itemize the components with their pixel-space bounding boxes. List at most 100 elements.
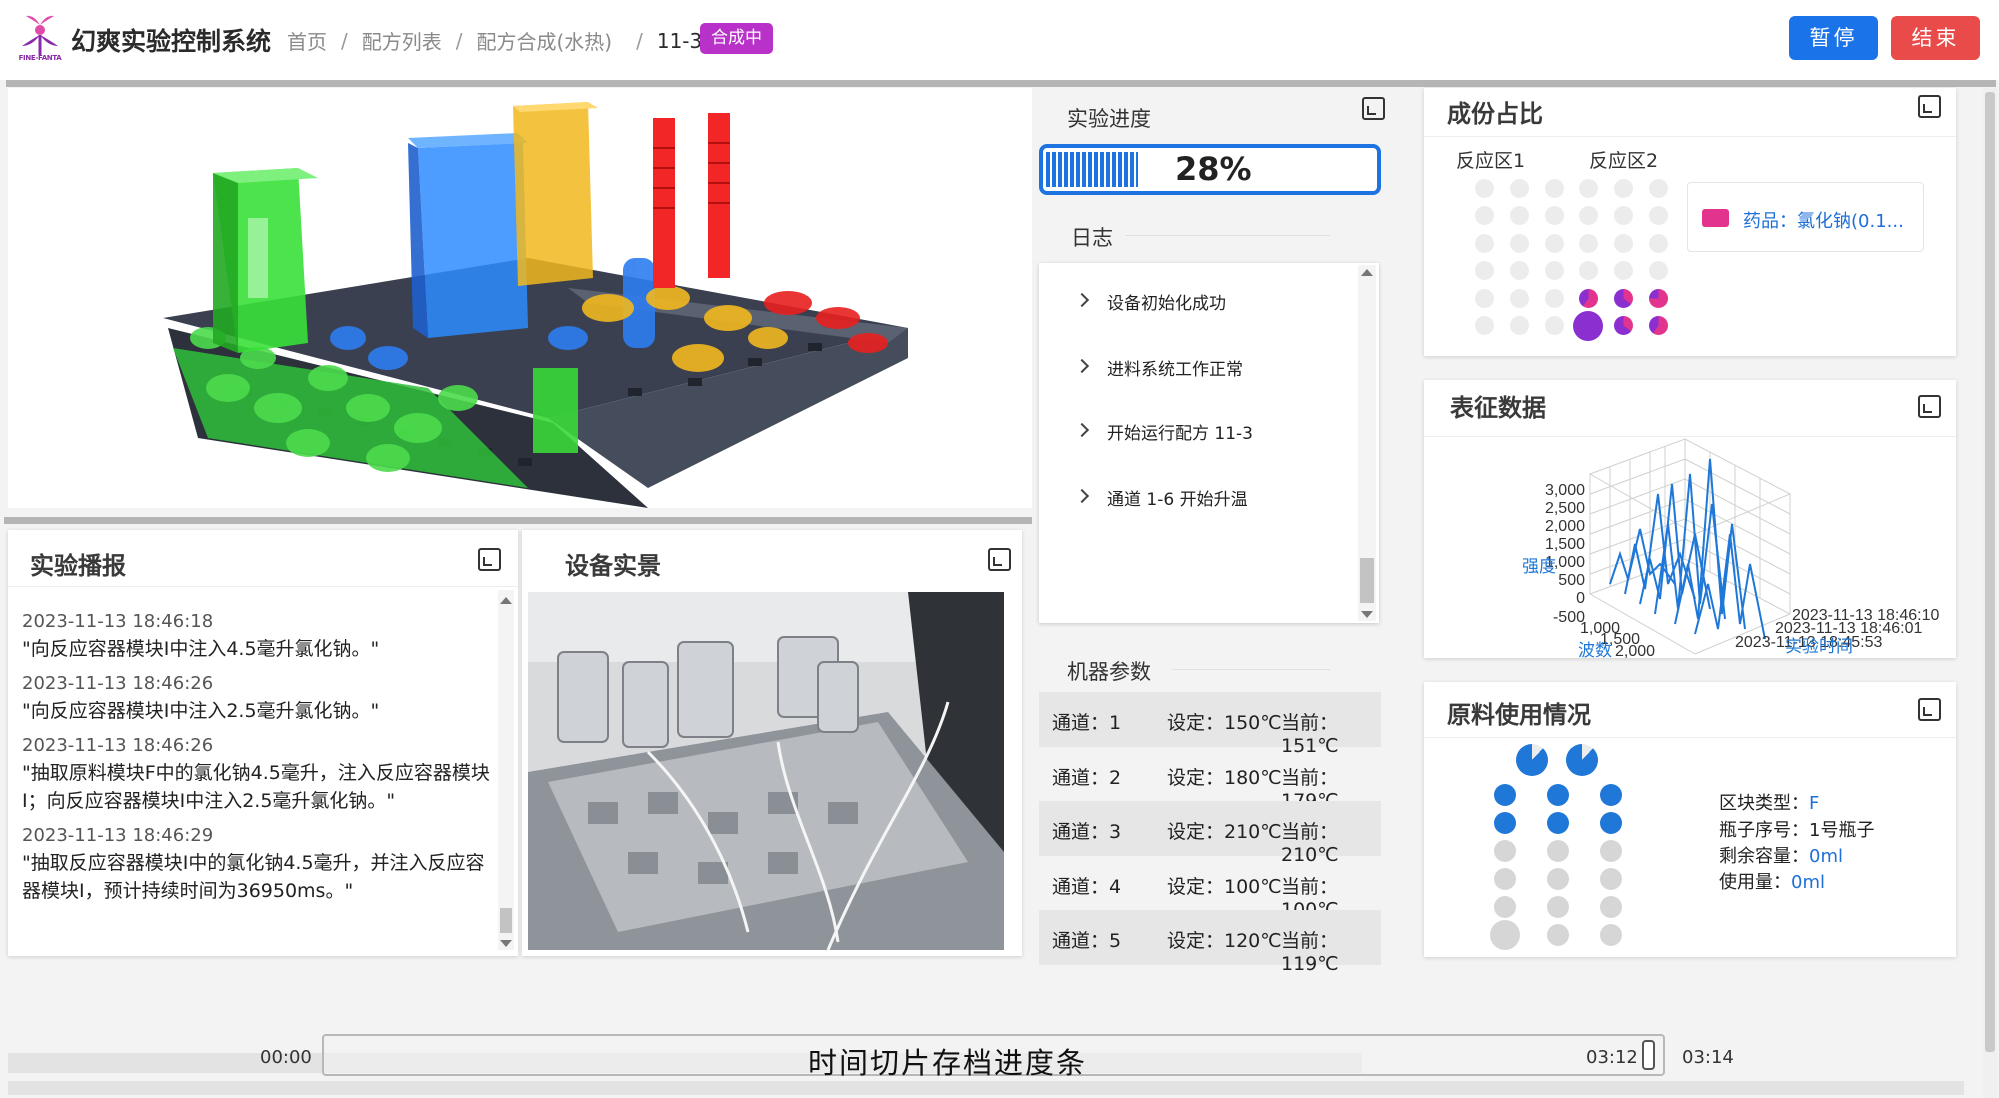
bottle-slot[interactable] [1600, 840, 1622, 862]
reaction-slot[interactable] [1544, 233, 1564, 253]
chevron-right-icon[interactable] [1074, 422, 1090, 438]
expand-icon[interactable] [1918, 395, 1941, 418]
bottle-slot[interactable] [1600, 812, 1622, 834]
bottle-slot[interactable] [1494, 896, 1516, 918]
reaction-slot[interactable] [1648, 288, 1668, 308]
reaction-slot[interactable] [1509, 288, 1529, 308]
bottle-slot[interactable] [1600, 924, 1622, 946]
reaction-slot[interactable] [1474, 206, 1494, 225]
reaction-slot[interactable] [1509, 233, 1529, 253]
broadcast-title: 实验播报 [30, 552, 126, 580]
remain-label: 剩余容量： [1719, 846, 1809, 867]
z-axis-label: 实验时间 [1785, 637, 1853, 656]
reaction-slot[interactable] [1544, 288, 1564, 308]
bottle-slot[interactable] [1490, 920, 1520, 950]
reaction-slot[interactable] [1509, 261, 1529, 280]
breadcrumb-recipe-synthesis[interactable]: 配方合成(水热) [477, 26, 613, 55]
reaction-slot[interactable] [1648, 206, 1668, 225]
broadcast-time: 2023-11-13 18:46:26 [22, 735, 214, 756]
reaction-slot[interactable] [1613, 206, 1633, 225]
x-axis-label: 波数 [1578, 641, 1612, 658]
reaction-slot[interactable] [1648, 233, 1668, 253]
reaction-slot[interactable] [1578, 288, 1598, 308]
materials-panel: 原料使用情况 [1424, 682, 1956, 957]
bottle-large[interactable] [1566, 744, 1598, 776]
reaction-slot[interactable] [1648, 178, 1668, 198]
expand-icon[interactable] [988, 548, 1011, 571]
reaction-slot[interactable] [1613, 316, 1633, 335]
y-tick-label: 2,000 [1545, 518, 1585, 535]
bottle-slot[interactable] [1600, 896, 1622, 918]
reaction-slot[interactable] [1474, 261, 1494, 280]
bottle-slot[interactable] [1494, 784, 1516, 806]
reaction-slot[interactable] [1613, 288, 1633, 308]
scroll-thumb[interactable] [1360, 558, 1374, 603]
reaction-slot[interactable] [1578, 206, 1598, 225]
reaction-slot[interactable] [1509, 178, 1529, 198]
scroll-up-icon[interactable] [500, 597, 512, 604]
bottle-slot[interactable] [1600, 784, 1622, 806]
bottle-slot[interactable] [1547, 812, 1569, 834]
reaction-slot[interactable] [1544, 316, 1564, 335]
lab-3d-scene[interactable] [8, 88, 1032, 508]
bottle-slot[interactable] [1600, 868, 1622, 890]
divider [1125, 235, 1330, 236]
bottle-large[interactable] [1516, 744, 1548, 776]
reaction-slot[interactable] [1613, 178, 1633, 198]
bottle-slot[interactable] [1547, 868, 1569, 890]
reaction-slot[interactable] [1578, 233, 1598, 253]
reaction-slot[interactable] [1613, 261, 1633, 280]
chevron-right-icon[interactable] [1074, 292, 1090, 308]
end-button[interactable]: 结束 [1891, 16, 1980, 60]
reaction-slot[interactable] [1474, 288, 1494, 308]
horizontal-scrollbar[interactable] [8, 1081, 1964, 1095]
breadcrumb-separator: / [636, 28, 643, 53]
reaction-slot[interactable] [1613, 233, 1633, 253]
reagent-legend[interactable]: 药品：氯化钠(0.1... [1687, 182, 1924, 252]
reaction-slot[interactable] [1509, 316, 1529, 335]
log-item[interactable]: 通道 1-6 开始升温 [1107, 485, 1248, 510]
expand-icon[interactable] [1918, 698, 1941, 721]
reaction-slot[interactable] [1544, 206, 1564, 225]
chevron-right-icon[interactable] [1074, 358, 1090, 374]
reaction-slot[interactable] [1474, 316, 1494, 335]
expand-icon[interactable] [1362, 97, 1385, 120]
bottle-slot[interactable] [1494, 812, 1516, 834]
breadcrumb: 首页 / 配方列表 / 配方合成(水热) / 11-3 [287, 26, 702, 55]
bottle-slot[interactable] [1547, 840, 1569, 862]
bottle-slot[interactable] [1547, 924, 1569, 946]
page-scroll-thumb[interactable] [1985, 92, 1995, 1052]
expand-icon[interactable] [1918, 95, 1941, 118]
reaction-slot[interactable] [1474, 233, 1494, 253]
legend-swatch [1702, 209, 1729, 227]
bottle-slot[interactable] [1547, 896, 1569, 918]
chevron-right-icon[interactable] [1074, 488, 1090, 504]
scroll-down-icon[interactable] [500, 940, 512, 947]
log-item[interactable]: 进料系统工作正常 [1107, 355, 1243, 380]
scroll-thumb[interactable] [500, 908, 512, 933]
params-table: 通道：1 设定：150℃ 当前：151℃ 通道：2 设定：180℃ 当前：179… [1039, 692, 1381, 975]
bottle-slot[interactable] [1494, 868, 1516, 890]
reaction-slot[interactable] [1474, 178, 1494, 198]
breadcrumb-home[interactable]: 首页 [287, 26, 327, 55]
log-item[interactable]: 开始运行配方 11-3 [1107, 419, 1253, 444]
bottle-slot[interactable] [1547, 784, 1569, 806]
expand-icon[interactable] [478, 548, 501, 571]
log-item[interactable]: 设备初始化成功 [1107, 289, 1226, 314]
timeline-handle[interactable] [1642, 1040, 1655, 1070]
pause-button[interactable]: 暂停 [1789, 16, 1878, 60]
reaction-slot[interactable] [1544, 178, 1564, 198]
reaction-slot[interactable] [1544, 261, 1564, 280]
table-row: 通道：2 设定：180℃ 当前：179℃ [1039, 747, 1381, 812]
reaction-slot[interactable] [1578, 261, 1598, 280]
broadcast-scrollbar[interactable] [498, 590, 514, 950]
scroll-down-icon[interactable] [1361, 611, 1373, 618]
reaction-slot[interactable] [1648, 261, 1668, 280]
breadcrumb-recipe-list[interactable]: 配方列表 [362, 26, 442, 55]
reaction-slot[interactable] [1648, 316, 1668, 335]
reaction-slot[interactable] [1573, 310, 1603, 341]
scroll-up-icon[interactable] [1361, 269, 1373, 276]
bottle-slot[interactable] [1494, 840, 1516, 862]
reaction-slot[interactable] [1509, 206, 1529, 225]
reaction-slot[interactable] [1578, 178, 1598, 198]
